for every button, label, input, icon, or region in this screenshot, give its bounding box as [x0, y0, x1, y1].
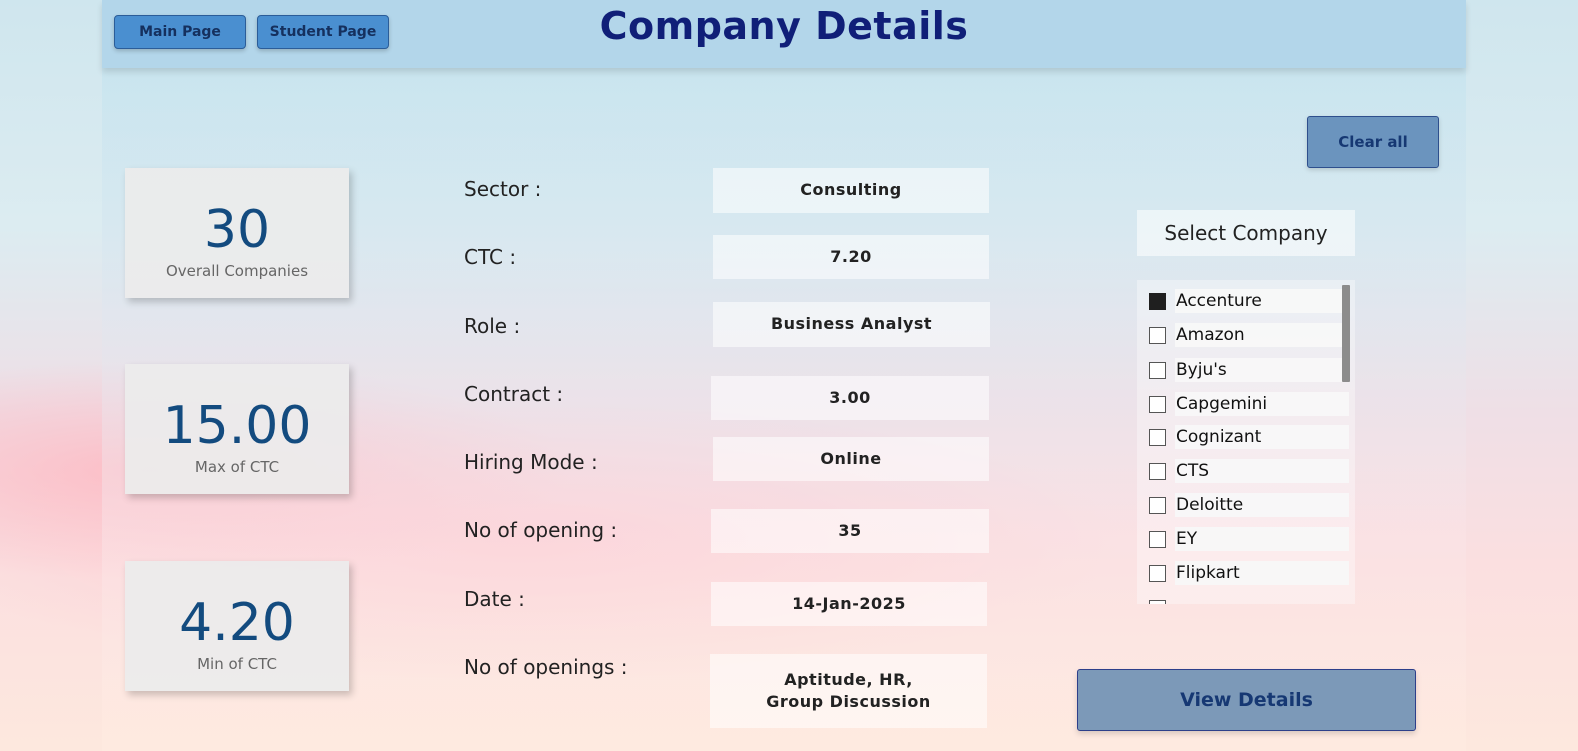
slicer-item-label: EY: [1175, 527, 1349, 551]
slicer-item-cognizant[interactable]: Cognizant: [1149, 424, 1349, 450]
slicer-item-flipkart[interactable]: Flipkart: [1149, 560, 1349, 586]
slicer-item-label: Cognizant: [1175, 425, 1349, 449]
kpi-label-min-ctc: Min of CTC: [197, 655, 277, 673]
contract-value: 3.00: [711, 376, 989, 420]
slicer-item-label: Capgemini: [1175, 392, 1349, 416]
checkbox[interactable]: [1149, 564, 1166, 582]
hiring-mode-label: Hiring Mode :: [464, 450, 598, 474]
date-label: Date :: [464, 587, 525, 611]
slicer-item-label: Flipkart: [1175, 561, 1349, 585]
checkbox[interactable]: [1149, 599, 1166, 604]
contract-label: Contract :: [464, 382, 564, 406]
no-of-opening-label: No of opening :: [464, 518, 618, 542]
kpi-card-overall-companies: 30 Overall Companies: [125, 168, 349, 298]
checkbox[interactable]: [1149, 530, 1166, 548]
slicer-item-capgemini[interactable]: Capgemini: [1149, 391, 1349, 417]
kpi-label-overall-companies: Overall Companies: [165, 262, 309, 280]
view-details-button[interactable]: View Details: [1077, 669, 1416, 731]
slicer-item-label: Byju's: [1175, 358, 1349, 382]
kpi-value-min-ctc: 4.20: [179, 593, 295, 653]
kpi-card-max-ctc: 15.00 Max of CTC: [125, 364, 349, 494]
ctc-value: 7.20: [713, 235, 989, 279]
company-slicer[interactable]: Accenture Amazon Byju's Capgemini Cogniz…: [1137, 280, 1355, 604]
ctc-label: CTC :: [464, 245, 517, 269]
slicer-item-partial[interactable]: [1149, 595, 1349, 604]
slicer-item-label: Amazon: [1175, 323, 1349, 347]
clear-all-button[interactable]: Clear all: [1307, 116, 1439, 168]
checkbox[interactable]: [1149, 462, 1166, 480]
select-company-title: Select Company: [1137, 210, 1355, 256]
role-label: Role :: [464, 314, 521, 338]
slicer-item-accenture[interactable]: Accenture: [1149, 288, 1349, 314]
slicer-item-label: Deloitte: [1175, 493, 1349, 517]
role-value: Business Analyst: [713, 302, 990, 347]
checkbox[interactable]: [1149, 326, 1166, 344]
slicer-item-amazon[interactable]: Amazon: [1149, 322, 1349, 348]
no-of-openings-value: Aptitude, HR, Group Discussion: [710, 654, 987, 728]
date-value: 14-Jan-2025: [711, 582, 987, 626]
checkbox-checked[interactable]: [1149, 292, 1166, 310]
kpi-value-overall-companies: 30: [203, 200, 271, 260]
sector-label: Sector :: [464, 177, 542, 201]
sector-value: Consulting: [713, 168, 989, 213]
checkbox[interactable]: [1149, 496, 1166, 514]
slicer-item-label: CTS: [1175, 459, 1349, 483]
kpi-value-max-ctc: 15.00: [162, 396, 312, 456]
kpi-card-min-ctc: 4.20 Min of CTC: [125, 561, 349, 691]
checkbox[interactable]: [1149, 361, 1166, 379]
slicer-item-cts[interactable]: CTS: [1149, 458, 1349, 484]
kpi-label-max-ctc: Max of CTC: [194, 458, 280, 476]
no-of-opening-value: 35: [711, 509, 989, 553]
slicer-item-deloitte[interactable]: Deloitte: [1149, 492, 1349, 518]
slicer-item-label: Accenture: [1175, 289, 1349, 313]
slicer-item-byjus[interactable]: Byju's: [1149, 357, 1349, 383]
checkbox[interactable]: [1149, 395, 1166, 413]
slicer-item-ey[interactable]: EY: [1149, 526, 1349, 552]
slicer-scrollbar[interactable]: [1342, 285, 1350, 382]
page-title: Company Details: [599, 4, 969, 48]
no-of-openings-label: No of openings :: [464, 655, 628, 679]
checkbox[interactable]: [1149, 428, 1166, 446]
header-bar: Main Page Student Page Company Details: [102, 0, 1466, 68]
hiring-mode-value: Online: [713, 437, 989, 481]
